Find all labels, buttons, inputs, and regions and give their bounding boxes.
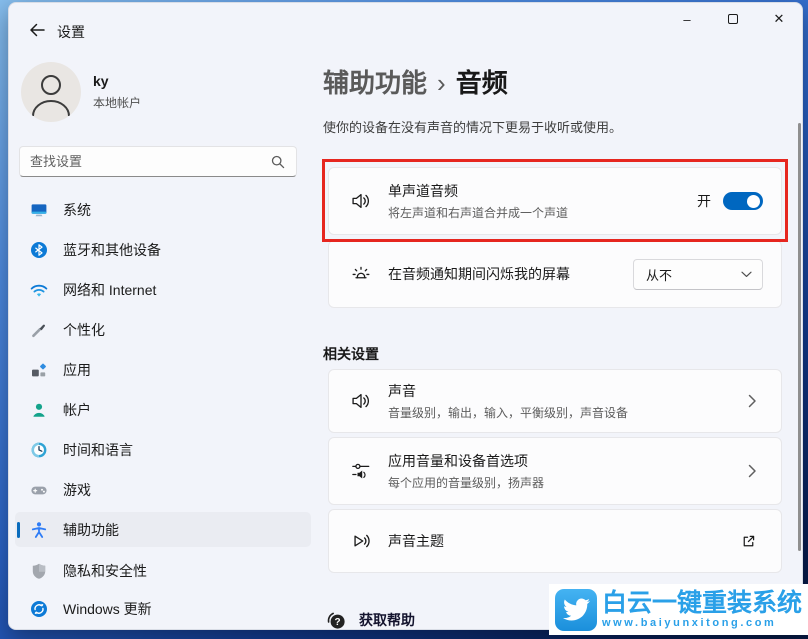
sidebar-item-label: Windows 更新 bbox=[63, 599, 152, 619]
toggle-knob bbox=[747, 195, 760, 208]
mono-audio-card: 单声道音频 将左声道和右声道合并成一个声道 开 bbox=[328, 167, 782, 235]
sidebar-item-gaming[interactable]: 游戏 bbox=[15, 472, 311, 508]
back-arrow-icon bbox=[27, 20, 47, 40]
flash-alert-icon bbox=[350, 263, 372, 285]
gaming-controller-icon bbox=[29, 480, 49, 500]
sidebar-item-network-internet[interactable]: 网络和 Internet bbox=[15, 272, 311, 308]
personalization-brush-icon bbox=[29, 320, 49, 340]
watermark: 白云一键重装系统 www.baiyunxitong.com bbox=[549, 584, 808, 635]
sidebar-item-time-language[interactable]: 时间和语言 bbox=[15, 432, 311, 468]
sidebar-item-personalization[interactable]: 个性化 bbox=[15, 312, 311, 348]
sidebar-item-accessibility[interactable]: 辅助功能 bbox=[15, 512, 311, 547]
breadcrumb-separator: › bbox=[437, 68, 446, 98]
search-box[interactable] bbox=[19, 146, 297, 177]
sidebar-item-bluetooth-devices[interactable]: 蓝牙和其他设备 bbox=[15, 232, 311, 268]
page-title: 音频 bbox=[456, 68, 508, 98]
user-account-type: 本地帐户 bbox=[93, 94, 141, 111]
app-volume-subtitle: 每个应用的音量级别，扬声器 bbox=[388, 474, 748, 491]
flash-screen-title: 在音频通知期间闪烁我的屏幕 bbox=[388, 264, 633, 284]
minimize-button[interactable]: – bbox=[664, 3, 710, 35]
breadcrumb: 辅助功能 › 音频 bbox=[323, 63, 508, 100]
settings-window: 设置 – ✕ ky 本地帐户 bbox=[8, 2, 803, 630]
sidebar-item-privacy-security[interactable]: 隐私和安全性 bbox=[15, 553, 311, 589]
windows-update-icon bbox=[29, 599, 49, 619]
avatar[interactable] bbox=[21, 62, 81, 122]
sidebar-item-apps[interactable]: 应用 bbox=[15, 352, 311, 388]
mono-audio-subtitle: 将左声道和右声道合并成一个声道 bbox=[388, 204, 697, 221]
bluetooth-icon bbox=[29, 240, 49, 260]
mono-audio-toggle[interactable] bbox=[723, 192, 763, 210]
privacy-shield-icon bbox=[29, 561, 49, 581]
app-volume-title: 应用音量和设备首选项 bbox=[388, 451, 748, 471]
app-title: 设置 bbox=[57, 22, 85, 42]
desktop-wallpaper: 设置 – ✕ ky 本地帐户 bbox=[0, 0, 808, 639]
sidebar-item-accounts[interactable]: 帐户 bbox=[15, 392, 311, 428]
app-volume-card[interactable]: 应用音量和设备首选项 每个应用的音量级别，扬声器 bbox=[328, 437, 782, 505]
sidebar-item-system[interactable]: 系统 bbox=[15, 192, 311, 228]
minimize-icon: – bbox=[683, 12, 690, 27]
watermark-url: www.baiyunxitong.com bbox=[602, 617, 802, 629]
accessibility-icon bbox=[29, 520, 49, 540]
sidebar-item-windows-update[interactable]: Windows 更新 bbox=[15, 591, 311, 627]
sidebar-item-label: 系统 bbox=[63, 200, 91, 220]
sound-theme-icon bbox=[350, 530, 372, 552]
watermark-bird-icon bbox=[555, 589, 597, 631]
chevron-right-icon bbox=[748, 464, 757, 478]
speaker-icon bbox=[350, 190, 372, 212]
time-language-clock-icon bbox=[29, 440, 49, 460]
sidebar-item-label: 帐户 bbox=[63, 400, 91, 420]
get-help-link[interactable]: ? 获取帮助 bbox=[325, 609, 415, 630]
accounts-person-icon bbox=[29, 400, 49, 420]
sound-subtitle: 音量级别，输出，输入，平衡级别，声音设备 bbox=[388, 404, 748, 421]
external-link-icon bbox=[740, 533, 757, 550]
window-controls: – ✕ bbox=[664, 3, 802, 35]
search-input[interactable] bbox=[30, 154, 270, 169]
close-icon: ✕ bbox=[774, 11, 785, 27]
chevron-down-icon bbox=[741, 271, 752, 278]
sound-title: 声音 bbox=[388, 381, 748, 401]
sidebar-item-label: 个性化 bbox=[63, 320, 105, 340]
maximize-button[interactable] bbox=[710, 3, 756, 35]
flash-screen-dropdown[interactable]: 从不 bbox=[633, 259, 763, 290]
svg-text:?: ? bbox=[335, 617, 341, 628]
sidebar-item-label: 蓝牙和其他设备 bbox=[63, 240, 161, 260]
vertical-scrollbar[interactable] bbox=[798, 123, 801, 551]
watermark-title: 白云一键重装系统 bbox=[602, 590, 802, 617]
chevron-right-icon bbox=[748, 394, 757, 408]
related-settings-header: 相关设置 bbox=[323, 344, 379, 364]
close-button[interactable]: ✕ bbox=[756, 3, 802, 35]
back-button[interactable] bbox=[23, 17, 51, 43]
get-help-label: 获取帮助 bbox=[359, 610, 415, 630]
breadcrumb-parent[interactable]: 辅助功能 bbox=[323, 68, 427, 98]
selection-indicator bbox=[17, 522, 20, 538]
network-wifi-icon bbox=[29, 280, 49, 300]
speaker-icon bbox=[350, 390, 372, 412]
search-icon bbox=[270, 154, 286, 170]
volume-mixer-icon bbox=[350, 460, 372, 482]
sound-theme-card[interactable]: 声音主题 bbox=[328, 509, 782, 573]
sidebar-item-label: 应用 bbox=[63, 360, 91, 380]
apps-icon bbox=[29, 360, 49, 380]
page-description: 使你的设备在没有声音的情况下更易于收听或使用。 bbox=[323, 117, 622, 136]
sound-theme-title: 声音主题 bbox=[388, 531, 740, 551]
maximize-icon bbox=[728, 14, 738, 24]
mono-audio-title: 单声道音频 bbox=[388, 181, 697, 201]
sidebar-item-label: 辅助功能 bbox=[63, 520, 119, 540]
sidebar-item-label: 网络和 Internet bbox=[63, 280, 156, 300]
sound-settings-card[interactable]: 声音 音量级别，输出，输入，平衡级别，声音设备 bbox=[328, 369, 782, 433]
dropdown-value: 从不 bbox=[646, 265, 741, 284]
help-icon: ? bbox=[325, 609, 347, 630]
toggle-state-label: 开 bbox=[697, 191, 711, 211]
sidebar-item-label: 时间和语言 bbox=[63, 440, 133, 460]
sidebar-item-label: 隐私和安全性 bbox=[63, 561, 147, 581]
system-icon bbox=[29, 200, 49, 220]
sidebar-item-label: 游戏 bbox=[63, 480, 91, 500]
person-icon bbox=[21, 62, 81, 122]
flash-screen-card: 在音频通知期间闪烁我的屏幕 从不 bbox=[328, 240, 782, 308]
user-name: ky bbox=[93, 73, 109, 89]
